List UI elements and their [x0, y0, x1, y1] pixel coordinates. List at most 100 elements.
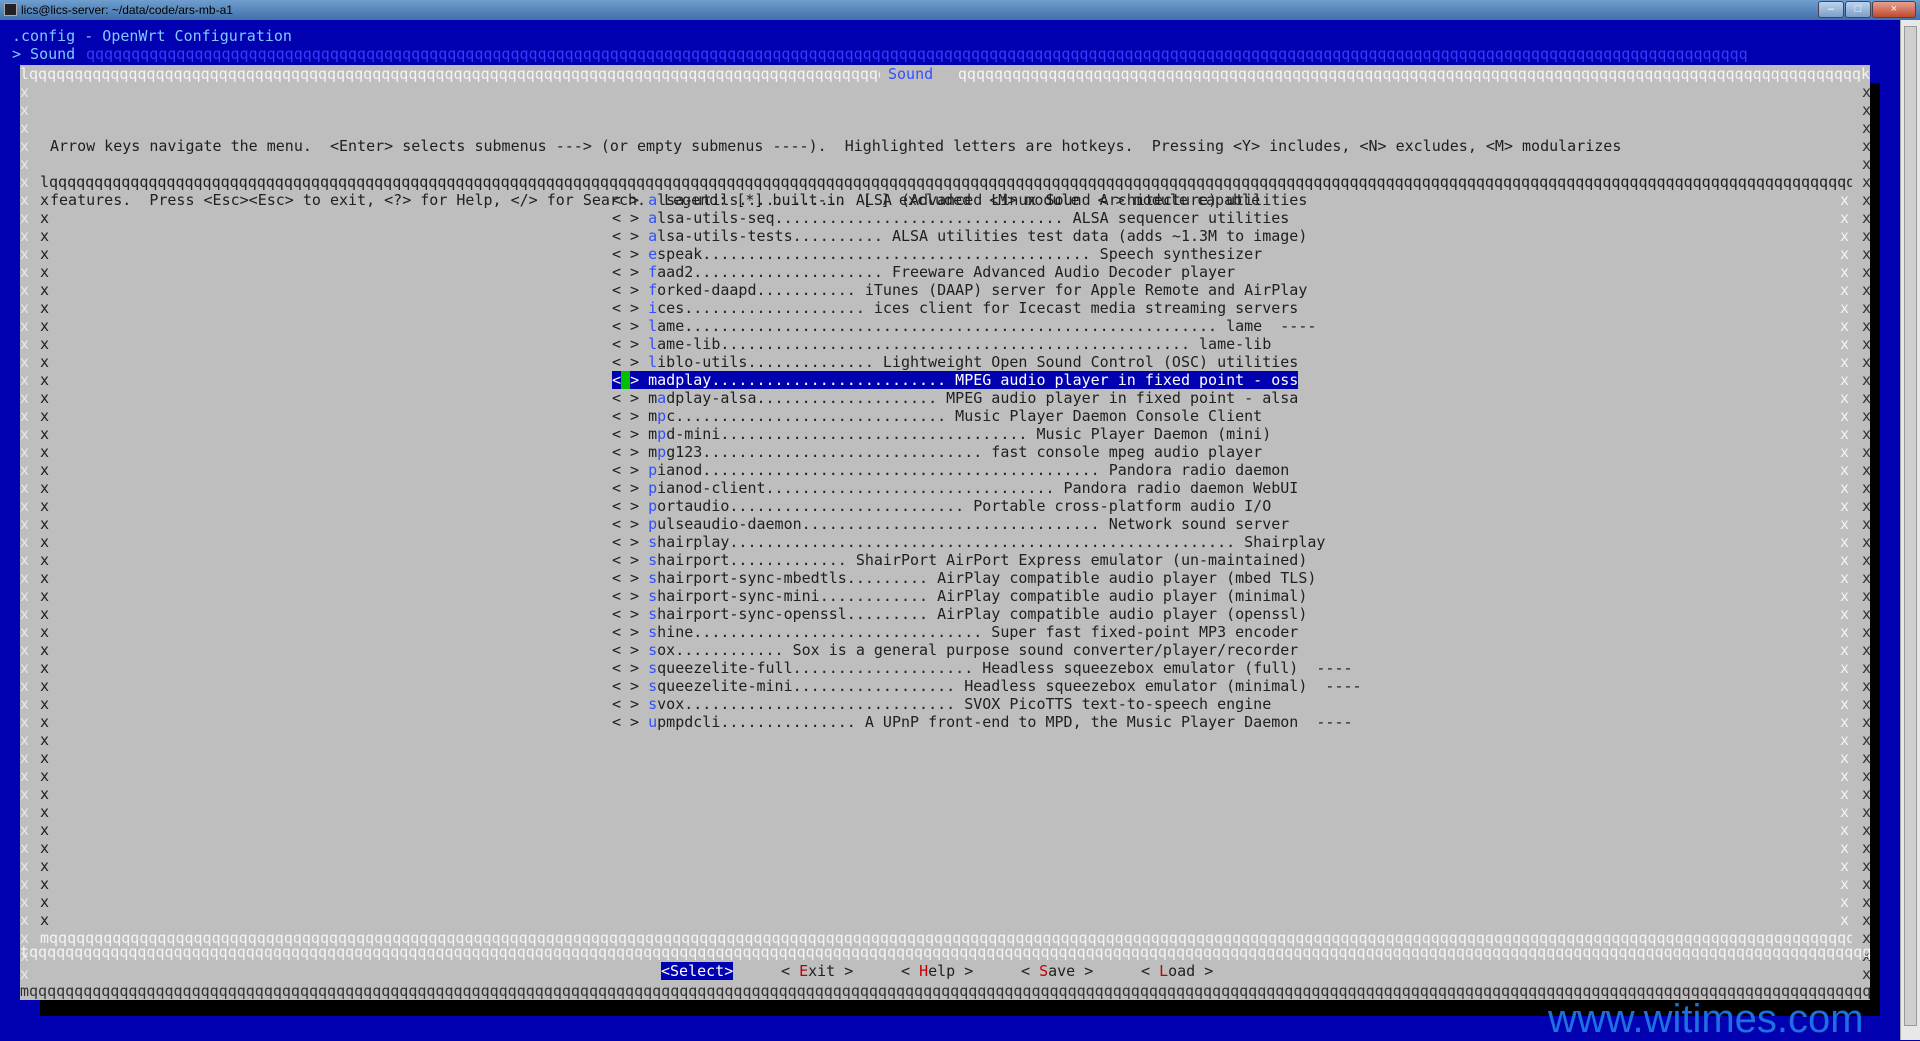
menu-border-right: x	[1840, 317, 1850, 335]
menu-item[interactable]: < > mpc.............................. Mu…	[612, 407, 1262, 425]
menu-border-right: x	[1840, 407, 1850, 425]
dialog-border-right: x	[1862, 713, 1872, 731]
dialog-border-right: x	[1862, 389, 1872, 407]
dialog-border-right: x	[1862, 83, 1872, 101]
menu-item-label: lsa-utils............ ALSA (Advanced Lin…	[657, 191, 1308, 209]
dialog-border-left: x	[20, 857, 30, 875]
menu-item[interactable]: < > shairport-sync-openssl......... AirP…	[612, 605, 1307, 623]
dialog-border-right: x	[1862, 317, 1872, 335]
menu-item[interactable]: < > mpd-mini............................…	[612, 425, 1271, 443]
menu-item-label: ces.................... ices client for …	[657, 299, 1299, 317]
maximize-button[interactable]: □	[1845, 1, 1871, 18]
menu-item-label: ianod-client............................…	[657, 479, 1299, 497]
menu-item[interactable]: < > pianod-client.......................…	[612, 479, 1298, 497]
menu-item[interactable]: < > espeak..............................…	[612, 245, 1262, 263]
menu-border-right: x	[1840, 209, 1850, 227]
menu-item-prefix: < > m	[612, 389, 658, 407]
menu-item[interactable]: < > madplay-alsa.................... MPE…	[612, 389, 1298, 407]
menu-item[interactable]: < > alsa-utils-tests.......... ALSA util…	[612, 227, 1307, 245]
menu-item[interactable]: < > shine...............................…	[612, 623, 1298, 641]
menu-item-selected[interactable]: < > madplay.......................... MP…	[612, 371, 1299, 389]
dialog-border-right: x	[1862, 209, 1872, 227]
dialog-border-left: x	[20, 155, 30, 173]
menu-item-prefix: < >	[612, 569, 649, 587]
menu-item[interactable]: < > lame................................…	[612, 317, 1316, 335]
menu-border-right: x	[1840, 785, 1850, 803]
menu-item[interactable]: < > upmpdcli............... A UPnP front…	[612, 713, 1353, 731]
menu-item-prefix: < >	[612, 245, 649, 263]
menu-item[interactable]: < > sox............ Sox is a general pur…	[612, 641, 1298, 659]
dialog-border-left: x	[20, 749, 30, 767]
menu-border-left: x	[40, 389, 50, 407]
dialog-border-left: x	[20, 479, 30, 497]
dialog-border-left: x	[20, 299, 30, 317]
menu-border-left: x	[40, 479, 50, 497]
menu-border-right: x	[1840, 299, 1850, 317]
menu-item-prefix: < >	[612, 263, 649, 281]
menu-item[interactable]: < > pulseaudio-daemon...................…	[612, 515, 1289, 533]
menu-border-left: x	[40, 677, 50, 695]
menu-item[interactable]: < > portaudio.......................... …	[612, 497, 1271, 515]
menu-item-hotkey: a	[648, 209, 658, 227]
menu-item-hotkey: f	[648, 281, 658, 299]
menu-item-hotkey: a	[657, 389, 667, 407]
exit-button[interactable]: < Exit >	[781, 962, 853, 980]
menu-border-left: x	[40, 443, 50, 461]
dialog-border-left: x	[20, 191, 30, 209]
select-button[interactable]: <Select>	[661, 962, 734, 980]
terminal-screen[interactable]: .config - OpenWrt Configuration > Sound …	[0, 20, 1900, 1040]
menu-border-left: x	[40, 317, 50, 335]
save-button-open: <	[1021, 962, 1040, 980]
vertical-scrollbar[interactable]	[1900, 20, 1920, 1040]
dialog-border-right: x	[1862, 533, 1872, 551]
menu-border-right: x	[1840, 893, 1850, 911]
menu-item-prefix: < >	[612, 551, 649, 569]
menu-item-submenu-marker: ----	[1298, 659, 1353, 677]
menu-border-right: x	[1840, 245, 1850, 263]
menu-item-label: ortaudio.......................... Porta…	[657, 497, 1272, 515]
terminal-icon	[4, 3, 17, 16]
menuconfig-dialog: l qqqqqqqqqqqqqqqqqqqqqqqqqqqqqqqqqqqqqqq…	[20, 65, 1872, 1000]
menu-item[interactable]: < > shairport............. ShairPort Air…	[612, 551, 1307, 569]
help-button-open: <	[901, 962, 920, 980]
menu-item-hotkey: l	[648, 335, 658, 353]
menu-item[interactable]: < > faad2..................... Freeware …	[612, 263, 1235, 281]
menu-item-prefix: < >	[612, 227, 649, 245]
menu-item-hotkey: s	[648, 569, 658, 587]
menu-item[interactable]: < > lame-lib............................…	[612, 335, 1271, 353]
help-button[interactable]: < Help >	[901, 962, 973, 980]
menu-item[interactable]: < > alsa-utils-seq......................…	[612, 209, 1289, 227]
menu-item[interactable]: < > shairplay...........................…	[612, 533, 1325, 551]
menu-item[interactable]: < > pianod..............................…	[612, 461, 1289, 479]
menu-item-prefix: < >	[612, 623, 649, 641]
menu-item[interactable]: < > svox.............................. S…	[612, 695, 1271, 713]
menu-item[interactable]: < > alsa-utils............ ALSA (Advance…	[612, 191, 1307, 209]
save-button[interactable]: < Save >	[1021, 962, 1093, 980]
menu-item[interactable]: < > forked-daapd........... iTunes (DAAP…	[612, 281, 1307, 299]
dialog-border-left: x	[20, 587, 30, 605]
menu-item-prefix: < > m	[612, 443, 658, 461]
scrollbar-thumb[interactable]	[1904, 26, 1917, 1026]
dialog-border-left: x	[20, 227, 30, 245]
menu-item[interactable]: < > mpg123..............................…	[612, 443, 1262, 461]
menu-item[interactable]: < > shairport-sync-mbedtls......... AirP…	[612, 569, 1316, 587]
menu-item[interactable]: < > ices.................... ices client…	[612, 299, 1298, 317]
menu-item[interactable]: < > squeezelite-full....................…	[612, 659, 1353, 677]
menu-item[interactable]: < > shairport-sync-mini............ AirP…	[612, 587, 1307, 605]
window-titlebar[interactable]: lics@lics-server: ~/data/code/ars-mb-a1 …	[0, 0, 1920, 20]
menu-border-left: x	[40, 371, 50, 389]
load-hotkey: L	[1159, 962, 1169, 980]
dialog-border-right: x	[1862, 407, 1872, 425]
menu-item-hotkey: p	[648, 479, 658, 497]
minimize-button[interactable]: –	[1818, 1, 1844, 18]
menu-item[interactable]: < > liblo-utils.............. Lightweigh…	[612, 353, 1298, 371]
dialog-border-right: x	[1862, 335, 1872, 353]
menu-item-hotkey: s	[648, 587, 658, 605]
close-button[interactable]: ×	[1872, 1, 1916, 18]
dialog-border-left: x	[20, 821, 30, 839]
menu-item-submenu-marker: ----	[1298, 713, 1353, 731]
load-button[interactable]: < Load >	[1141, 962, 1213, 980]
menu-item[interactable]: < > squeezelite-mini.................. H…	[612, 677, 1362, 695]
dialog-border-left: x	[20, 389, 30, 407]
dialog-border-right: x	[1862, 875, 1872, 893]
